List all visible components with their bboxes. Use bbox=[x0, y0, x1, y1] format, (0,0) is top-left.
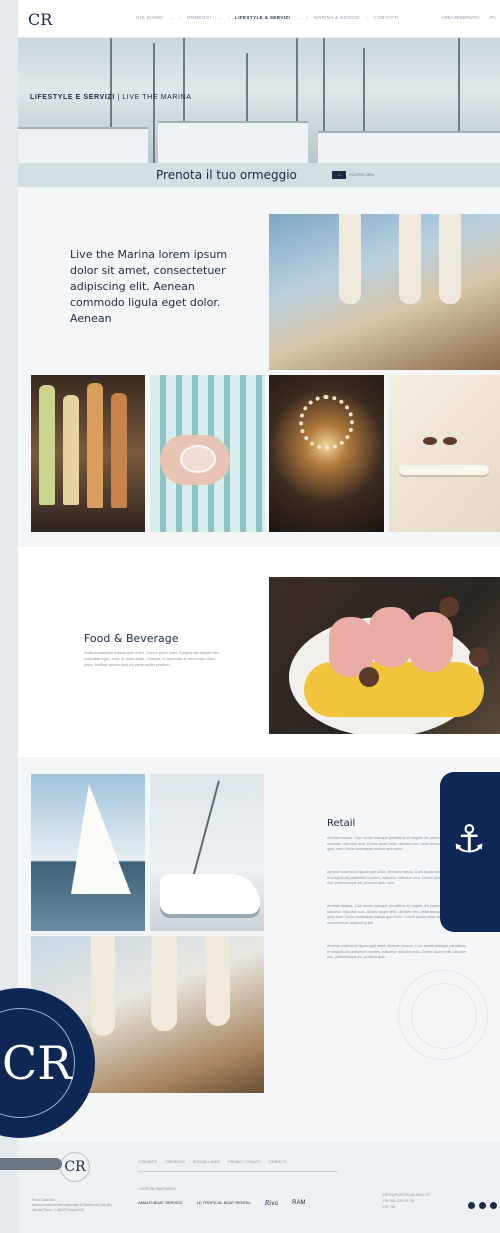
hero-banner: LIFESTYLE E SERVIZI | LIVE THE MARINA bbox=[18, 38, 500, 163]
partner-logo[interactable]: LE TROPICAL BOAT RENTAL bbox=[197, 1200, 251, 1207]
cr-seal[interactable]: CR bbox=[0, 988, 95, 1138]
hero-boat bbox=[318, 131, 500, 163]
footer-menu: CONTATTI ORMEGGI SOCIAL LINKS PRIVACY PO… bbox=[138, 1159, 287, 1164]
live-the-marina-section: Live the Marina lorem ipsum dolor sit am… bbox=[18, 187, 500, 547]
partners-list: AMALFI BOAT SERVICE LE TROPICAL BOAT REN… bbox=[138, 1200, 305, 1207]
terrace-photo bbox=[269, 214, 500, 370]
top-nav: CR CHI SIAMO ⌄ | ORMEGGI ⌄ | LIFESTYLE &… bbox=[18, 0, 500, 38]
twitter-icon[interactable] bbox=[490, 1202, 497, 1209]
menu-item-lifestyle[interactable]: LIFESTYLE & SERVIZI bbox=[235, 15, 290, 21]
booking-bar: Prenota il tuo ormeggio → SCOPRI ORA bbox=[18, 163, 500, 187]
splash-photo bbox=[269, 375, 384, 532]
footer: CR CONTATTI ORMEGGI SOCIAL LINKS PRIVACY… bbox=[18, 1142, 500, 1233]
food-photo bbox=[269, 577, 500, 734]
instagram-icon[interactable] bbox=[479, 1202, 486, 1209]
facebook-icon[interactable] bbox=[468, 1202, 475, 1209]
hero-title-bold: LIFESTYLE E SERVIZI bbox=[30, 94, 115, 101]
knot-badge[interactable]: ⚓ bbox=[440, 772, 500, 932]
food-paragraph: Nulla consequat massa quis enim. Donec p… bbox=[84, 650, 220, 667]
chevron-down-icon: ⌄ bbox=[217, 15, 222, 20]
social-links bbox=[468, 1202, 497, 1209]
menu-item-marina[interactable]: MARINA & NEGOZI bbox=[314, 15, 360, 21]
hero-title-rest: | LIVE THE MARINA bbox=[117, 94, 192, 101]
footer-link[interactable]: PRIVACY POLICY bbox=[228, 1159, 261, 1164]
menu-item-ormeggi[interactable]: ORMEGGI bbox=[187, 15, 212, 21]
live-the-marina-text: Live the Marina lorem ipsum dolor sit am… bbox=[70, 248, 228, 325]
retail-paragraph: Aenean commodo ligula eget dolor. Aenean… bbox=[327, 944, 467, 959]
wine-glass-photo bbox=[150, 375, 265, 532]
footer-contact: INFO@PORTOCALABLU.IT +39 081 234 56 78 V… bbox=[382, 1193, 431, 1209]
chevron-down-icon: ⌄ bbox=[169, 15, 174, 20]
booking-cta[interactable]: SCOPRI ORA bbox=[349, 172, 374, 177]
menu-item-chi-siamo[interactable]: CHI SIAMO bbox=[136, 15, 163, 21]
main-menu: CHI SIAMO ⌄ | ORMEGGI ⌄ | LIFESTYLE & SE… bbox=[136, 15, 399, 21]
footer-link[interactable]: ORMEGGI bbox=[165, 1159, 184, 1164]
language-switch[interactable]: ITA bbox=[489, 15, 496, 20]
seal-tab bbox=[0, 1158, 62, 1170]
footer-address: Porto Cala Blu Marina turistica internaz… bbox=[32, 1198, 112, 1212]
logo[interactable]: CR bbox=[28, 10, 52, 30]
footer-divider bbox=[138, 1171, 338, 1172]
hero-title: LIFESTYLE E SERVIZI | LIVE THE MARINA bbox=[30, 94, 191, 101]
sailing-photo bbox=[31, 774, 145, 931]
footer-link[interactable]: SOCIAL LINKS bbox=[193, 1159, 220, 1164]
menu-item-contatti[interactable]: CONTATTI bbox=[374, 15, 399, 21]
bottles-photo bbox=[31, 375, 145, 532]
partners-label: I NOSTRI PARTNERS bbox=[138, 1187, 176, 1191]
retail-title: Retail bbox=[327, 818, 356, 829]
arrow-icon: → bbox=[336, 172, 342, 178]
partner-logo[interactable]: Riva bbox=[265, 1200, 278, 1207]
yacht-photo bbox=[150, 774, 264, 931]
food-title: Food & Beverage bbox=[84, 632, 179, 645]
chevron-down-icon: ⌄ bbox=[296, 15, 301, 20]
hero-boat bbox=[158, 121, 308, 163]
partner-logo[interactable]: AMALFI BOAT SERVICE bbox=[138, 1200, 183, 1207]
nav-right: AREA RISERVATA ITA bbox=[442, 15, 496, 20]
footer-link[interactable]: CREDITS bbox=[269, 1159, 287, 1164]
sunglasses-photo bbox=[389, 375, 500, 532]
seal-letters: CR bbox=[2, 1036, 72, 1090]
food-beverage-section: Food & Beverage Nulla consequat massa qu… bbox=[18, 547, 500, 757]
partner-logo[interactable]: RAM bbox=[292, 1200, 305, 1207]
hero-mast bbox=[153, 43, 155, 163]
footer-link[interactable]: CONTATTI bbox=[138, 1159, 157, 1164]
booking-arrow-button[interactable]: → bbox=[332, 171, 346, 179]
booking-label: Prenota il tuo ormeggio bbox=[156, 168, 297, 182]
cr-watermark bbox=[398, 970, 488, 1060]
reserved-area-link[interactable]: AREA RISERVATA bbox=[442, 15, 480, 20]
hero-boat bbox=[18, 127, 148, 163]
knot-icon: ⚓ bbox=[452, 817, 487, 861]
footer-logo[interactable]: CR bbox=[60, 1152, 90, 1182]
